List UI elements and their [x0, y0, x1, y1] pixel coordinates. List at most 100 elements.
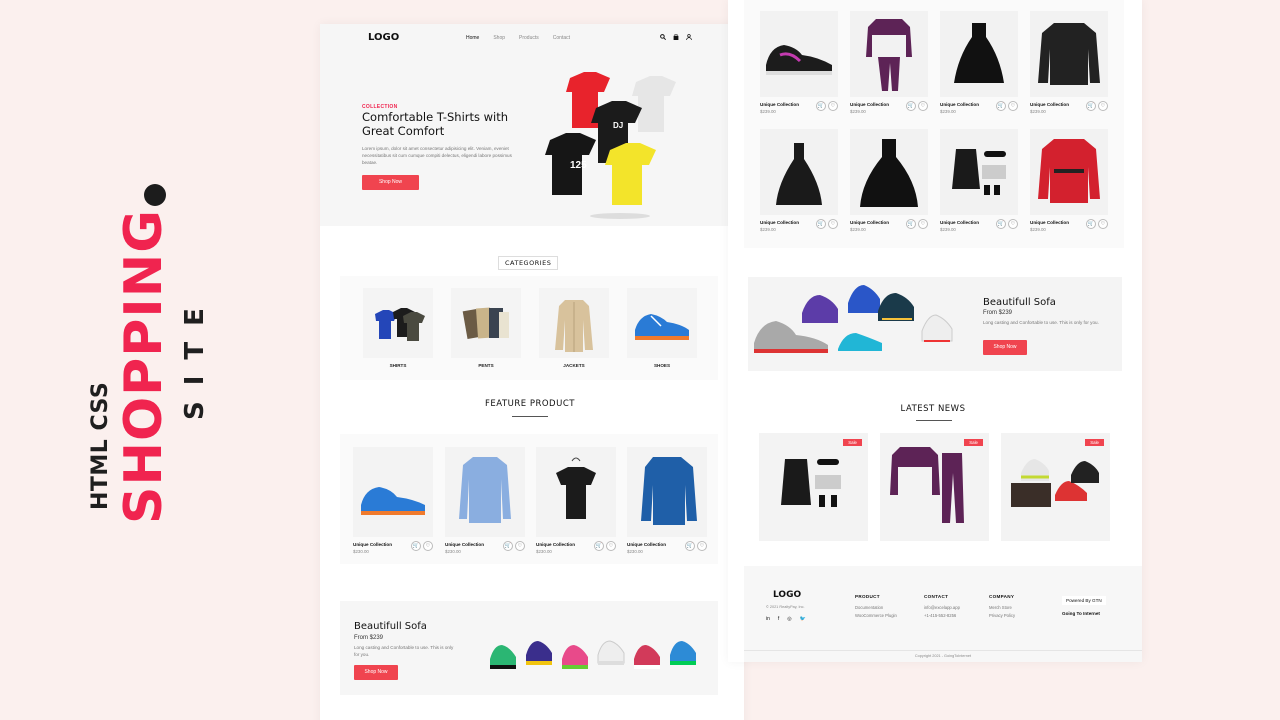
- product-card[interactable]: Unique Collection $239.00 🛒 ♡: [1030, 11, 1108, 114]
- footer-link[interactable]: +1-415-552-8256: [924, 613, 960, 618]
- going-to-internet: Going To Internet: [1062, 611, 1100, 616]
- footer-link[interactable]: info@excelapp.app: [924, 605, 960, 610]
- cart-icon[interactable]: 🛒: [996, 101, 1006, 111]
- cart-icon[interactable]: 🛒: [996, 219, 1006, 229]
- heart-icon[interactable]: ♡: [828, 101, 838, 111]
- promo-banner: Beautifull Sofa From $239 Long casting a…: [748, 277, 1122, 371]
- product-image: [627, 447, 707, 537]
- product-card[interactable]: Unique Collection $230.00 🛒 ♡: [627, 447, 707, 554]
- cart-icon[interactable]: 🛒: [685, 541, 695, 551]
- nav-link-shop[interactable]: Shop: [493, 35, 505, 41]
- cart-icon[interactable]: 🛒: [816, 101, 826, 111]
- heart-icon[interactable]: ♡: [918, 219, 928, 229]
- cart-icon[interactable]: 🛒: [411, 541, 421, 551]
- footer-link[interactable]: Privacy Policy: [989, 613, 1015, 618]
- category-image: [627, 288, 697, 358]
- footer-logo[interactable]: LOGO: [773, 590, 801, 600]
- product-card[interactable]: Unique Collection $230.00 🛒 ♡: [445, 447, 525, 554]
- category-label: SHIRTS: [389, 363, 407, 368]
- facebook-icon[interactable]: f: [778, 616, 779, 622]
- category-label: SHOES: [653, 363, 671, 368]
- nav-link-home[interactable]: Home: [466, 35, 479, 41]
- title-underline: [916, 420, 952, 421]
- banner-description: Long casting and Confortable to use. Thi…: [983, 320, 1099, 325]
- cart-icon[interactable]: 🛒: [503, 541, 513, 551]
- banner-shop-now-button[interactable]: Shop Now: [983, 340, 1027, 355]
- news-card[interactable]: Sale: [759, 433, 868, 541]
- homepage-preview: LOGO Home Shop Products Contact COLLECTI…: [320, 24, 744, 720]
- category-label: PENTS: [478, 363, 494, 368]
- side-title-bottom: SITE: [180, 292, 210, 420]
- cart-icon[interactable]: 🛒: [1086, 101, 1096, 111]
- bag-icon[interactable]: [673, 34, 679, 40]
- cart-icon[interactable]: 🛒: [906, 219, 916, 229]
- side-title: HTML CSS SHOPPING SITE: [88, 180, 228, 540]
- heart-icon[interactable]: ♡: [918, 101, 928, 111]
- product-card[interactable]: Unique Collection $230.00 🛒 ♡: [353, 447, 433, 554]
- heart-icon[interactable]: ♡: [606, 541, 616, 551]
- footer-link[interactable]: WooCommerce Plugin: [855, 613, 897, 618]
- product-card[interactable]: Unique Collection $239.00 🛒 ♡: [850, 129, 928, 232]
- cart-icon[interactable]: 🛒: [906, 101, 916, 111]
- categories-title: CATEGORIES: [498, 256, 559, 270]
- hero-shop-now-button[interactable]: Shop Now: [362, 175, 419, 190]
- product-card[interactable]: Unique Collection $230.00 🛒 ♡: [536, 447, 616, 554]
- footer-link[interactable]: Merch Store: [989, 605, 1015, 610]
- linkedin-icon[interactable]: in: [766, 616, 770, 622]
- nav-link-contact[interactable]: Contact: [553, 35, 570, 41]
- news-card[interactable]: Sale: [880, 433, 989, 541]
- twitter-icon[interactable]: 🐦: [800, 616, 806, 622]
- category-shoes[interactable]: SHOES: [627, 288, 697, 368]
- category-image: [451, 288, 521, 358]
- sneakers-image: [754, 285, 953, 353]
- instagram-icon[interactable]: ◎: [787, 616, 791, 622]
- sale-badge: Sale: [964, 439, 983, 446]
- nav-links: Home Shop Products Contact: [466, 35, 570, 41]
- cart-icon[interactable]: 🛒: [816, 219, 826, 229]
- category-label: JACKETS: [563, 363, 585, 368]
- footer-col-heading: COMPANY: [989, 594, 1015, 599]
- sale-badge: Sale: [843, 439, 862, 446]
- heart-icon[interactable]: ♡: [697, 541, 707, 551]
- heart-icon[interactable]: ♡: [423, 541, 433, 551]
- heart-icon[interactable]: ♡: [1098, 219, 1108, 229]
- footer-link[interactable]: Documentation: [855, 605, 897, 610]
- side-title-top: HTML CSS: [88, 381, 113, 510]
- category-jackets[interactable]: JACKETS: [539, 288, 609, 368]
- feature-products-panel: Unique Collection $230.00 🛒 ♡ Unique Coll…: [340, 434, 718, 564]
- latest-news-title: LATEST NEWS: [900, 404, 966, 414]
- product-image: [353, 447, 433, 537]
- cart-icon[interactable]: 🛒: [1086, 219, 1096, 229]
- footer-col-contact: CONTACT info@excelapp.app +1-415-552-825…: [924, 594, 960, 621]
- nav-logo[interactable]: LOGO: [368, 32, 399, 43]
- heart-icon[interactable]: ♡: [828, 219, 838, 229]
- category-pents[interactable]: PENTS: [451, 288, 521, 368]
- product-card[interactable]: Unique Collection $239.00 🛒 ♡: [940, 129, 1018, 232]
- product-card[interactable]: Unique Collection $239.00 🛒 ♡: [1030, 129, 1108, 232]
- footer-copyright-small: © 2021 RealtyPay, Inc.: [766, 605, 805, 609]
- user-icon[interactable]: [686, 34, 692, 40]
- footer-col-heading: CONTACT: [924, 594, 949, 599]
- social-links: in f ◎ 🐦: [766, 616, 806, 622]
- search-icon[interactable]: [660, 34, 666, 40]
- product-image: [940, 129, 1018, 215]
- heart-icon[interactable]: ♡: [1008, 101, 1018, 111]
- product-card[interactable]: Unique Collection $239.00 🛒 ♡: [940, 11, 1018, 114]
- nav-icons: [660, 34, 692, 40]
- heart-icon[interactable]: ♡: [1098, 101, 1108, 111]
- product-image: [850, 11, 928, 97]
- product-card[interactable]: Unique Collection $239.00 🛒 ♡: [760, 129, 838, 232]
- nav-link-products[interactable]: Products: [519, 35, 539, 41]
- banner-shop-now-button[interactable]: Shop Now: [354, 665, 398, 680]
- heart-icon[interactable]: ♡: [515, 541, 525, 551]
- category-shirts[interactable]: SHIRTS: [363, 288, 433, 368]
- heart-icon[interactable]: ♡: [1008, 219, 1018, 229]
- footer-bottom-copyright: Copyright 2021 - GoingToInternet: [744, 650, 1142, 658]
- promo-banner: Beautifull Sofa From $239 Long casting a…: [340, 601, 718, 695]
- product-card[interactable]: Unique Collection $239.00 🛒 ♡: [850, 11, 928, 114]
- news-card[interactable]: Sale: [1001, 433, 1110, 541]
- cart-icon[interactable]: 🛒: [594, 541, 604, 551]
- product-card[interactable]: Unique Collection $239.00 🛒 ♡: [760, 11, 838, 114]
- powered-by: Powered By GTN: [1062, 596, 1106, 605]
- news-image: [1011, 459, 1099, 507]
